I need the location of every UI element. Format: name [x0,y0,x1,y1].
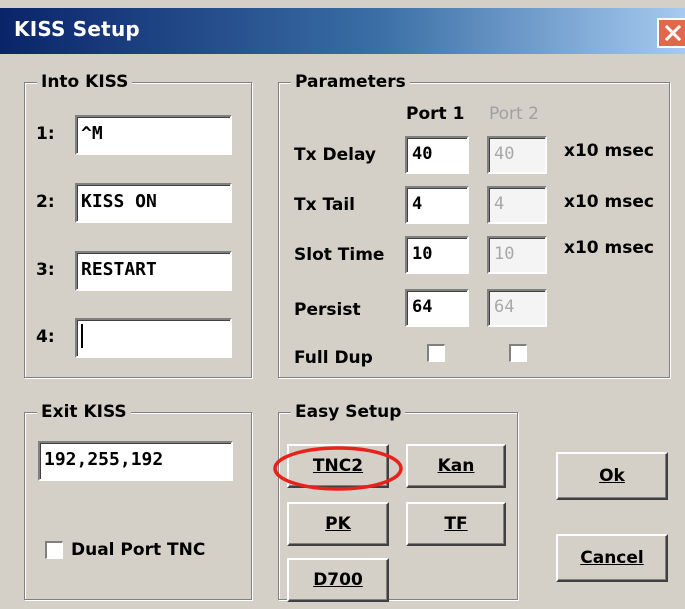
into-kiss-field-2[interactable]: KISS ON [75,183,232,223]
slot-time-unit: x10 msec [564,238,654,258]
kan-button[interactable]: Kan [406,444,506,488]
full-dup-port1-checkbox[interactable] [427,344,445,362]
cancel-button[interactable]: Cancel [556,534,668,582]
exit-kiss-field[interactable]: 192,255,192 [38,441,233,481]
parameters-legend: Parameters [291,71,410,93]
persist-port2-field: 64 [487,289,547,327]
d700-button[interactable]: D700 [287,558,389,602]
tnc2-highlight-ellipse [273,446,403,491]
into-kiss-field-3[interactable]: RESTART [75,251,232,291]
title-bar[interactable]: KISS Setup [0,8,685,54]
tx-tail-label: Tx Tail [294,195,356,215]
port2-header: Port 2 [489,104,539,124]
pk-button[interactable]: PK [287,502,389,546]
close-icon [664,24,682,42]
easy-setup-legend: Easy Setup [291,401,406,423]
parameters-group: Parameters [278,71,670,378]
close-button[interactable] [657,18,685,48]
into-kiss-label-2: 2: [36,192,55,212]
exit-kiss-legend: Exit KISS [37,401,131,423]
tx-delay-unit: x10 msec [564,141,654,161]
tx-tail-unit: x10 msec [564,192,654,212]
into-kiss-label-1: 1: [36,124,55,144]
slot-time-port2-field: 10 [487,236,547,274]
tx-tail-port2-field: 4 [487,186,547,224]
persist-label: Persist [294,300,361,320]
into-kiss-field-1[interactable]: ^M [75,115,232,155]
dual-port-checkbox[interactable] [45,541,63,559]
persist-port1-field[interactable]: 64 [405,289,469,327]
tx-delay-port2-field: 40 [487,136,547,174]
full-dup-label: Full Dup [294,348,373,368]
into-kiss-field-4[interactable] [75,318,232,358]
window-title: KISS Setup [14,17,140,41]
into-kiss-label-3: 3: [36,260,55,280]
slot-time-port1-field[interactable]: 10 [405,236,469,274]
port1-header: Port 1 [406,104,465,124]
dual-port-label: Dual Port TNC [71,540,206,560]
kiss-setup-dialog: KISS Setup Into KISS 1: ^M 2: KISS ON 3:… [0,0,685,609]
tx-delay-label: Tx Delay [294,145,376,165]
text-caret [81,323,83,348]
tx-tail-port1-field[interactable]: 4 [405,186,469,224]
ok-button[interactable]: Ok [556,452,668,500]
tx-delay-port1-field[interactable]: 40 [405,136,469,174]
full-dup-port2-checkbox[interactable] [509,344,527,362]
slot-time-label: Slot Time [294,245,385,265]
tf-button[interactable]: TF [406,502,506,546]
into-kiss-label-4: 4: [36,327,55,347]
into-kiss-legend: Into KISS [37,71,133,93]
